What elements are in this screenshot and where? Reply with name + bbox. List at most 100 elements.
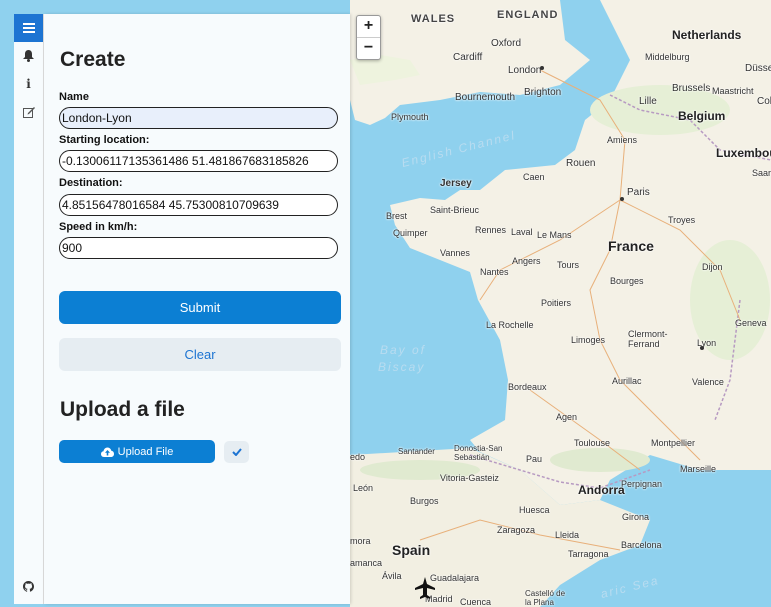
map-label-nantes: Nantes <box>480 267 509 277</box>
map-label-amiens: Amiens <box>607 135 638 145</box>
map-label-rennes: Rennes <box>475 225 507 235</box>
map-label-cardiff: Cardiff <box>453 52 483 63</box>
map-label-bournemouth: Bournemouth <box>455 92 516 103</box>
map-label-belgium: Belgium <box>678 109 726 123</box>
map-label-wales: WALES <box>411 13 456 25</box>
upload-title: Upload a file <box>60 398 185 421</box>
map-label-edo: edo <box>350 452 366 462</box>
name-label: Name <box>59 91 89 103</box>
speed-field[interactable] <box>59 237 338 259</box>
map-label-donostia: Donostia-San Sebastián <box>454 444 503 462</box>
map-label-aurillac: Aurillac <box>612 376 642 386</box>
map-label-middelburg: Middelburg <box>645 52 690 62</box>
map-label-huesca: Huesca <box>519 505 550 515</box>
map-label-burgos: Burgos <box>410 496 439 506</box>
map-label-maastricht: Maastricht <box>712 86 754 96</box>
map-label-london: London <box>508 65 542 76</box>
map-label-amanca: amanca <box>350 558 383 568</box>
map-label-leon: León <box>353 483 374 493</box>
map-label-brest: Brest <box>386 211 408 221</box>
zoom-out-button[interactable]: − <box>357 37 380 59</box>
map-label-poitiers: Poitiers <box>541 298 572 308</box>
name-field[interactable] <box>59 107 338 129</box>
map-label-perpignan: Perpignan <box>621 479 663 489</box>
map-label-cuenca: Cuenca <box>460 597 492 607</box>
map-label-vitoria: Vitoria-Gasteiz <box>440 473 499 483</box>
upload-file-label: Upload File <box>117 445 174 458</box>
map-label-agen: Agen <box>556 412 578 422</box>
map-label-vannes: Vannes <box>440 248 470 258</box>
map-label-biscay: Biscay <box>378 360 426 374</box>
map-label-santander: Santander <box>398 447 435 456</box>
map-label-brussels: Brussels <box>672 83 711 94</box>
map-label-troyes: Troyes <box>668 215 696 225</box>
info-icon: i <box>26 77 31 91</box>
destination-field[interactable] <box>59 194 338 216</box>
map-label-andorra: Andorra <box>578 483 625 497</box>
map-label-marseille: Marseille <box>680 464 717 474</box>
menu-icon <box>22 23 35 33</box>
map-label-toulouse: Toulouse <box>574 438 611 448</box>
upload-file-button[interactable]: Upload File <box>59 440 215 463</box>
zoom-in-button[interactable]: + <box>357 16 380 37</box>
starting-location-label: Starting location: <box>59 134 150 146</box>
map-label-dijon: Dijon <box>702 262 723 272</box>
tab-edit[interactable] <box>14 98 43 126</box>
map-label-luxembourg: Luxembour <box>716 146 771 160</box>
map-label-paris: Paris <box>627 187 650 198</box>
map-label-valence: Valence <box>692 377 724 387</box>
map-label-mora: mora <box>350 536 371 546</box>
lyon-marker <box>700 346 704 350</box>
map-label-lille: Lille <box>639 96 657 107</box>
map-label-pau: Pau <box>526 454 543 464</box>
map-label-france: France <box>608 238 654 254</box>
map-label-brighton: Brighton <box>524 87 562 98</box>
sidebar-tabs: i <box>14 14 44 604</box>
map-label-laval: Laval <box>511 227 533 237</box>
sidebar-panel: Create Name Starting location: Destinati… <box>44 14 350 604</box>
map-label-quimper: Quimper <box>393 228 428 238</box>
map-label-england: ENGLAND <box>497 9 559 21</box>
london-marker <box>540 66 544 70</box>
map-label-rouen: Rouen <box>566 158 596 169</box>
map-label-tarragona: Tarragona <box>568 549 609 559</box>
map-label-saarb: Saarb <box>752 168 771 178</box>
map-label-le-mans: Le Mans <box>537 230 572 240</box>
tab-info[interactable]: i <box>14 70 43 98</box>
paris-marker <box>620 197 624 201</box>
map-label-saint-brieuc: Saint-Brieuc <box>430 205 480 215</box>
map-label-jersey: Jersey <box>440 178 472 189</box>
submit-button[interactable]: Submit <box>59 291 341 324</box>
destination-label: Destination: <box>59 177 123 189</box>
map-label-plymouth: Plymouth <box>391 112 429 122</box>
map-label-oxford: Oxford <box>491 38 522 49</box>
map-label-guadalajara: Guadalajara <box>430 573 480 583</box>
map-label-bordeaux: Bordeaux <box>508 382 547 392</box>
map-label-caen: Caen <box>523 172 545 182</box>
map-label-bourges: Bourges <box>610 276 644 286</box>
map-label-angers: Angers <box>512 256 541 266</box>
edit-icon <box>22 107 35 118</box>
map-label-avila: Ávila <box>382 571 402 581</box>
confirm-upload-button[interactable] <box>224 441 249 463</box>
airplane-icon[interactable] <box>415 577 435 599</box>
map-label-bay: Bay of <box>380 343 427 357</box>
map-label-lleida: Lleida <box>555 530 580 540</box>
check-icon <box>231 448 242 456</box>
zoom-control: + − <box>356 15 381 60</box>
map-label-geneva: Geneva <box>735 318 767 328</box>
map-label-dusse: Düsse <box>745 63 771 74</box>
map-label-clermont: Clermont- Ferrand <box>628 329 668 349</box>
tab-notifications[interactable] <box>14 42 43 70</box>
map-label-girona: Girona <box>622 512 650 522</box>
map-label-tours: Tours <box>557 260 580 270</box>
map-label-col: Col <box>757 96 771 107</box>
bell-icon <box>23 50 34 62</box>
cloud-upload-icon <box>100 447 114 457</box>
map-label-castellon: Castelló de la Plana <box>525 589 566 607</box>
tab-menu[interactable] <box>14 14 43 42</box>
github-icon <box>23 580 34 592</box>
github-link[interactable] <box>14 572 43 600</box>
starting-location-field[interactable] <box>59 150 338 172</box>
clear-button[interactable]: Clear <box>59 338 341 371</box>
